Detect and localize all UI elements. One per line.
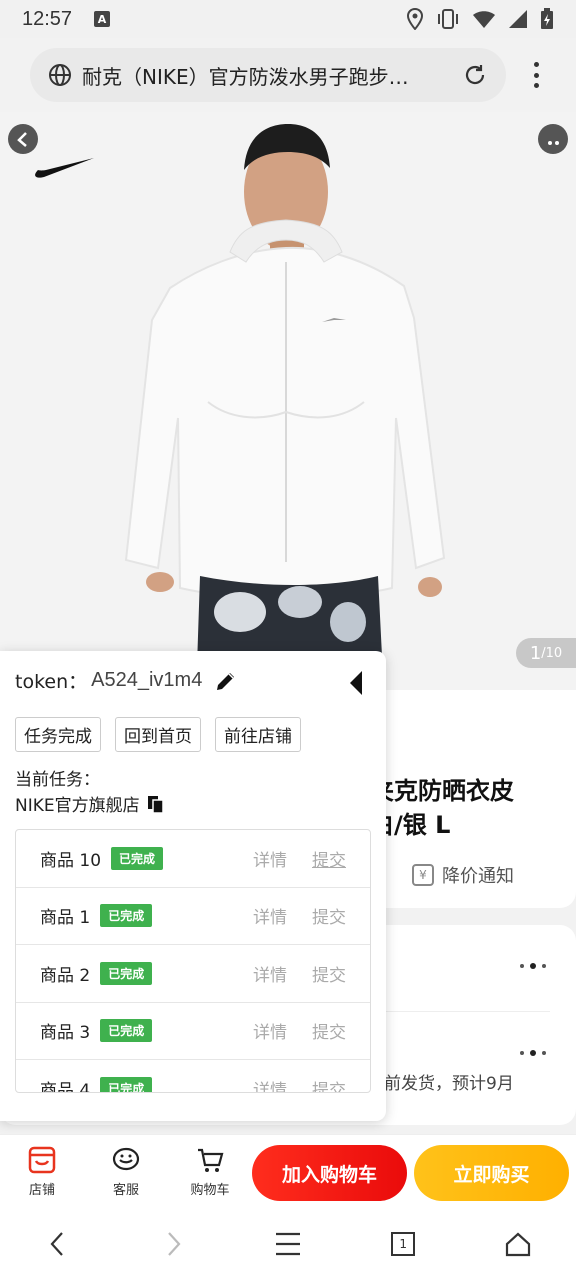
nav-tabs-button[interactable]: 1: [383, 1224, 423, 1264]
wifi-icon: [473, 11, 495, 28]
shop-button[interactable]: 店铺: [0, 1145, 84, 1198]
item-name: 商品 1: [40, 908, 91, 929]
nav-menu-button[interactable]: [268, 1224, 308, 1264]
location-icon: [406, 8, 424, 30]
item-name: 商品 2: [40, 965, 91, 986]
item-name: 商品 10: [40, 850, 102, 871]
clock: 12:57: [22, 7, 73, 30]
item-name: 商品 4: [40, 1080, 91, 1093]
copy-icon[interactable]: [146, 794, 166, 814]
price-notice-button[interactable]: ¥ 降价通知: [412, 862, 514, 888]
cart-icon: [198, 1148, 224, 1172]
more-dots-icon[interactable]: [520, 963, 546, 969]
notification-icon: A: [94, 11, 111, 27]
detail-link[interactable]: 详情: [253, 1076, 287, 1092]
more-button[interactable]: [538, 124, 568, 154]
product-title: 夹克防晒衣皮 白/银 L: [370, 777, 514, 839]
home-icon: [506, 1232, 531, 1257]
list-item: 商品 3 已完成 详情 提交: [16, 1003, 370, 1060]
task-panel: token： A524_iv1m4 任务完成 回到首页 前往店铺 当前任务： N…: [0, 651, 386, 1121]
submit-link[interactable]: 提交: [312, 1018, 346, 1043]
submit-link[interactable]: 提交: [312, 1076, 346, 1092]
list-item: 商品 1 已完成 详情 提交: [16, 888, 370, 945]
reload-icon[interactable]: [462, 62, 488, 88]
tab-count: 1: [399, 1237, 407, 1251]
token-value: A524_iv1m4: [91, 669, 203, 691]
cart-nav-button[interactable]: 购物车: [168, 1145, 252, 1198]
chevron-left-icon: [50, 1232, 63, 1256]
shop-label: 店铺: [28, 1183, 55, 1198]
token-label: token：: [15, 671, 88, 693]
list-item: 商品 2 已完成 详情 提交: [16, 945, 370, 1003]
globe-icon: [49, 64, 71, 86]
status-badge: 已完成: [100, 961, 153, 985]
collapse-icon[interactable]: [346, 669, 366, 697]
current-task: NIKE官方旗舰店: [15, 791, 166, 816]
current-task-value: NIKE官方旗舰店: [15, 796, 140, 816]
price-notice-label: 降价通知: [442, 866, 514, 887]
chat-icon: [112, 1147, 140, 1171]
purchase-action-bar: 店铺 客服 购物车 加入购物车 立即购买: [0, 1134, 576, 1208]
status-badge: 已完成: [100, 1076, 153, 1092]
home-button[interactable]: 回到首页: [115, 717, 201, 752]
product-photo: [0, 112, 576, 690]
address-bar[interactable]: 耐克（NIKE）官方防泼水男子跑步…: [30, 48, 506, 102]
detail-link[interactable]: 详情: [253, 903, 287, 928]
nav-home-button[interactable]: [498, 1224, 538, 1264]
product-image-carousel[interactable]: 1/10: [0, 112, 576, 690]
go-to-store-button[interactable]: 前往店铺: [215, 717, 301, 752]
list-item: 商品 10 已完成 详情 提交: [16, 830, 370, 888]
menu-icon: [275, 1232, 300, 1256]
task-complete-button[interactable]: 任务完成: [15, 717, 101, 752]
image-page-indicator: 1/10: [516, 638, 576, 668]
status-bar: 12:57 A: [0, 0, 576, 38]
signal-icon: [509, 10, 527, 28]
token-row: token： A524_iv1m4: [15, 667, 238, 694]
page-total: /10: [541, 645, 563, 661]
shipping-text: 前发货，预计9月: [384, 1074, 514, 1094]
detail-link[interactable]: 详情: [253, 961, 287, 986]
browser-bottom-nav: 1: [0, 1208, 576, 1280]
buy-now-button[interactable]: 立即购买: [414, 1145, 569, 1201]
panel-actions: 任务完成 回到首页 前往店铺: [15, 717, 301, 752]
status-badge: 已完成: [100, 1019, 153, 1043]
status-icons: [406, 8, 554, 30]
browser-menu-button[interactable]: [524, 58, 548, 92]
current-task-label: 当前任务：: [15, 770, 100, 790]
more-dots-icon[interactable]: [520, 1050, 546, 1056]
cart-label: 购物车: [190, 1183, 230, 1198]
screen: { "status_bar": { "time": "12:57", "badg…: [0, 0, 576, 1280]
battery-icon: [541, 8, 553, 29]
chevron-left-icon: [17, 132, 27, 147]
service-label: 客服: [112, 1183, 139, 1198]
add-to-cart-button[interactable]: 加入购物车: [252, 1145, 407, 1201]
edit-icon[interactable]: [214, 669, 238, 693]
nav-back-button[interactable]: [38, 1224, 78, 1264]
item-name: 商品 3: [40, 1023, 91, 1044]
task-item-list[interactable]: 商品 10 已完成 详情 提交 商品 1 已完成 详情 提交 商品 2 已完成 …: [15, 829, 371, 1093]
status-badge: 已完成: [100, 904, 153, 928]
shop-icon: [28, 1146, 56, 1174]
submit-link[interactable]: 提交: [312, 961, 346, 986]
submit-link[interactable]: 提交: [312, 903, 346, 928]
customer-service-button[interactable]: 客服: [84, 1145, 168, 1198]
list-item: 商品 4 已完成 详情 提交: [16, 1060, 370, 1093]
detail-link[interactable]: 详情: [253, 1018, 287, 1043]
price-tag-icon: ¥: [412, 864, 434, 886]
submit-link[interactable]: 提交: [312, 846, 346, 871]
vibrate-icon: [438, 9, 458, 29]
status-badge: 已完成: [111, 846, 164, 870]
nav-forward-button[interactable]: [153, 1224, 193, 1264]
page-title[interactable]: 耐克（NIKE）官方防泼水男子跑步…: [82, 61, 462, 90]
chevron-right-icon: [167, 1232, 181, 1256]
detail-link[interactable]: 详情: [253, 846, 287, 871]
page-current: 1: [529, 642, 542, 664]
back-button[interactable]: [8, 124, 38, 154]
